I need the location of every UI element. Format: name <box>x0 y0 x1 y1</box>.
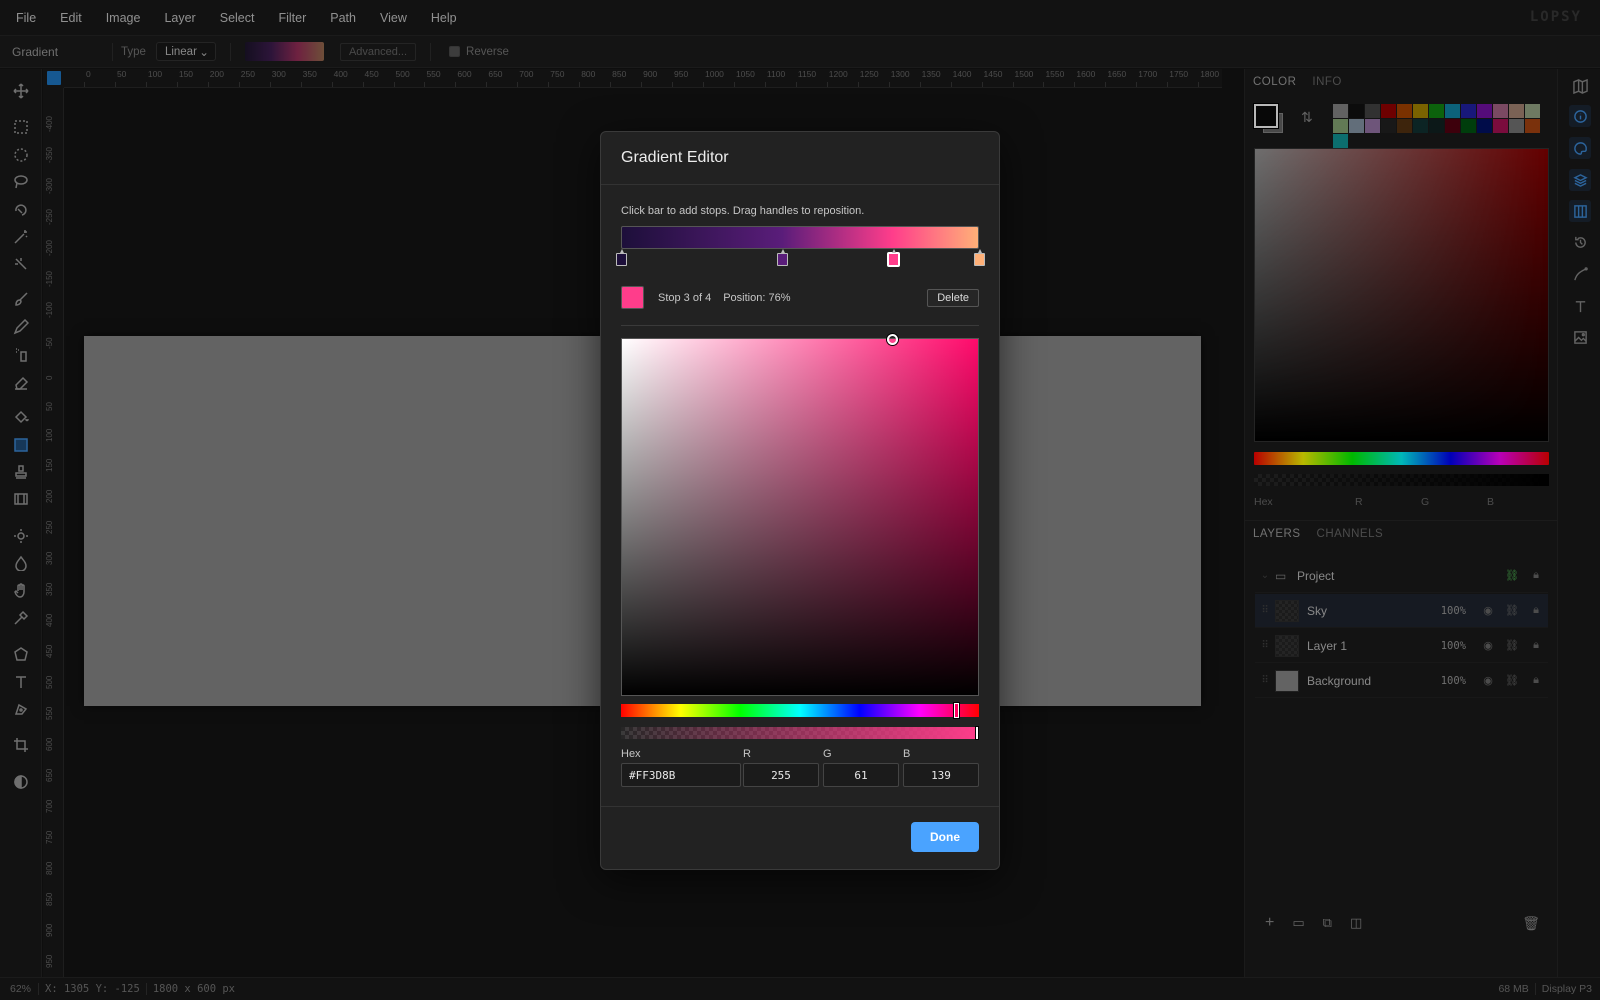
gradient-stop-handle[interactable] <box>888 249 900 266</box>
r-input[interactable]: 255 <box>743 763 819 787</box>
hex-input[interactable]: #FF3D8B <box>621 763 741 787</box>
hex-label: Hex <box>621 748 641 760</box>
gradient-stop-handle[interactable] <box>974 249 985 266</box>
sv-picker-cursor[interactable] <box>887 334 898 345</box>
stop-index-label: Stop 3 of 4 <box>658 291 712 304</box>
b-input[interactable]: 139 <box>903 763 979 787</box>
r-label: R <box>743 748 751 760</box>
stop-position-label: Position: 76% <box>723 291 791 304</box>
alpha-fill <box>621 727 979 739</box>
gradient-stop-handle[interactable] <box>777 249 789 266</box>
alpha-slider-handle[interactable] <box>975 726 979 740</box>
stop-info-row: Stop 3 of 4 Position: 76% Delete <box>621 286 979 309</box>
g-input[interactable]: 61 <box>823 763 899 787</box>
gradient-bar[interactable] <box>621 226 979 249</box>
dialog-title: Gradient Editor <box>621 149 729 166</box>
done-button[interactable]: Done <box>911 822 979 852</box>
dialog-footer: Done <box>601 806 999 869</box>
dialog-header: Gradient Editor <box>601 132 999 185</box>
hue-slider[interactable] <box>621 703 979 718</box>
g-label: G <box>823 748 832 760</box>
hue-slider-handle[interactable] <box>954 703 959 718</box>
stop-color-swatch[interactable] <box>621 286 644 309</box>
gradient-stop-handle[interactable] <box>616 249 627 266</box>
color-inputs: Hex R G B #FF3D8B 255 61 139 <box>621 748 979 794</box>
divider <box>621 325 979 326</box>
delete-stop-button[interactable]: Delete <box>927 289 979 307</box>
alpha-slider[interactable] <box>621 726 979 740</box>
b-label: B <box>903 748 911 760</box>
gradient-editor-dialog: Gradient Editor Click bar to add stops. … <box>600 131 1000 870</box>
dialog-hint: Click bar to add stops. Drag handles to … <box>621 205 865 217</box>
saturation-value-picker[interactable] <box>621 334 979 696</box>
